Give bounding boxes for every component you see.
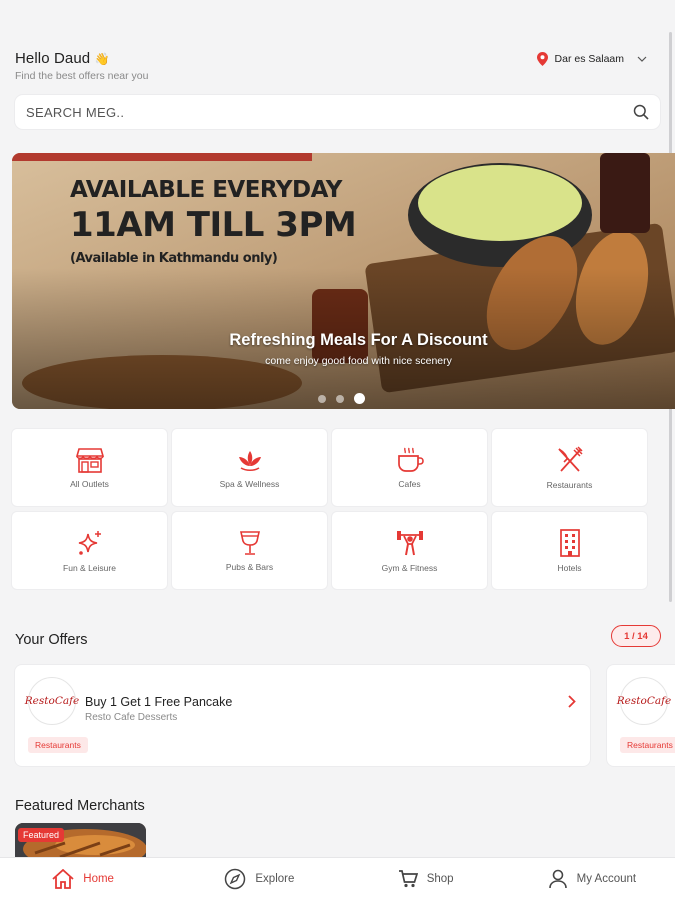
bottom-navigation: Home Explore Shop My Account [0, 857, 675, 900]
carousel-dot-active[interactable] [354, 393, 365, 404]
category-all-outlets[interactable]: All Outlets [12, 429, 167, 506]
banner-title: Refreshing Meals For A Discount [229, 331, 488, 349]
location-pin-icon [536, 52, 548, 66]
nav-label: Home [83, 873, 114, 885]
location-selector[interactable]: Dar es Salaam [536, 52, 647, 66]
carousel-dot[interactable] [318, 394, 326, 403]
offer-card[interactable]: RestoCafe Buy 1 Get 1 Free Pancake Resto… [15, 665, 590, 766]
banner-promo-line-1: AVAILABLE EVERYDAY [70, 177, 342, 203]
category-label: Pubs & Bars [225, 561, 274, 572]
offer-category-tag: Restaurants [28, 737, 88, 753]
banner-caption: Refreshing Meals For A Discount come enj… [12, 331, 675, 367]
offer-category-tag: Restaurants [620, 737, 675, 753]
category-spa-wellness[interactable]: Spa & Wellness [172, 429, 327, 506]
merchant-logo: RestoCafe [617, 677, 671, 725]
category-label: Gym & Fitness [381, 562, 438, 573]
banner-subtitle: come enjoy good food with nice scenery [265, 355, 452, 367]
storefront-icon [75, 447, 104, 473]
merchant-logo: RestoCafe [25, 677, 79, 725]
featured-section-title: Featured Merchants [15, 798, 145, 814]
home-icon [52, 869, 74, 889]
nav-label: My Account [576, 873, 637, 885]
compass-icon [225, 868, 246, 890]
category-label: All Outlets [70, 478, 109, 489]
offer-card[interactable]: RestoCafe Restaurants [607, 665, 675, 766]
cocktail-glass-icon [239, 530, 260, 555]
featured-badge: Featured [18, 828, 65, 842]
category-hotels[interactable]: Hotels [492, 512, 647, 589]
fork-knife-icon [557, 445, 583, 472]
weightlifter-icon [396, 530, 423, 555]
offers-section-title: Your Offers [15, 632, 88, 648]
promo-banner[interactable]: AVAILABLE EVERYDAY 11AM TILL 3PM (Availa… [12, 153, 675, 409]
offer-merchant: Resto Cafe Desserts [85, 712, 178, 723]
search-bar[interactable] [15, 95, 660, 129]
nav-my-account[interactable]: My Account [509, 858, 675, 900]
greeting-text: Hello Daud [15, 50, 91, 67]
banner-promo-line-2: 11AM TILL 3PM [70, 205, 357, 245]
home-screen: Hello Daud 👋 Find the best offers near y… [0, 0, 675, 900]
greeting-title: Hello Daud 👋 [15, 50, 148, 67]
nav-label: Explore [255, 873, 295, 885]
category-restaurants[interactable]: Restaurants [492, 429, 647, 506]
offer-title: Buy 1 Get 1 Free Pancake [85, 695, 233, 709]
nav-label: Shop [426, 873, 454, 885]
category-label: Cafes [398, 478, 421, 489]
offers-pagination-badge: 1 / 14 [611, 625, 661, 647]
category-grid: All Outlets Spa & Wellness Cafes Restaur… [12, 429, 647, 589]
chevron-right-icon[interactable] [568, 695, 576, 708]
cart-icon [398, 870, 418, 888]
search-input[interactable] [26, 104, 586, 120]
category-label: Fun & Leisure [63, 562, 116, 573]
category-label: Hotels [557, 562, 582, 573]
category-cafes[interactable]: Cafes [332, 429, 487, 506]
sparkles-icon [78, 530, 101, 555]
user-icon [548, 869, 567, 889]
nav-home[interactable]: Home [0, 858, 166, 900]
carousel-dot[interactable] [336, 394, 344, 403]
banner-promo-line-3: (Available in Kathmandu only) [70, 251, 278, 266]
wave-emoji: 👋 [94, 52, 110, 66]
category-gym-fitness[interactable]: Gym & Fitness [332, 512, 487, 589]
coffee-cup-icon [397, 447, 424, 472]
category-pubs-bars[interactable]: Pubs & Bars [172, 512, 327, 589]
lotus-icon [238, 450, 261, 471]
nav-explore[interactable]: Explore [176, 858, 342, 900]
nav-shop[interactable]: Shop [343, 858, 509, 900]
category-fun-leisure[interactable]: Fun & Leisure [12, 512, 167, 589]
chevron-down-icon [637, 56, 647, 62]
location-label: Dar es Salaam [554, 53, 624, 65]
category-label: Spa & Wellness [219, 478, 280, 489]
search-icon[interactable] [633, 104, 649, 120]
building-icon [559, 528, 580, 557]
greeting-block: Hello Daud 👋 Find the best offers near y… [15, 50, 148, 82]
category-label: Restaurants [546, 479, 593, 490]
carousel-dots [318, 393, 365, 404]
greeting-subtitle: Find the best offers near you [15, 70, 149, 82]
